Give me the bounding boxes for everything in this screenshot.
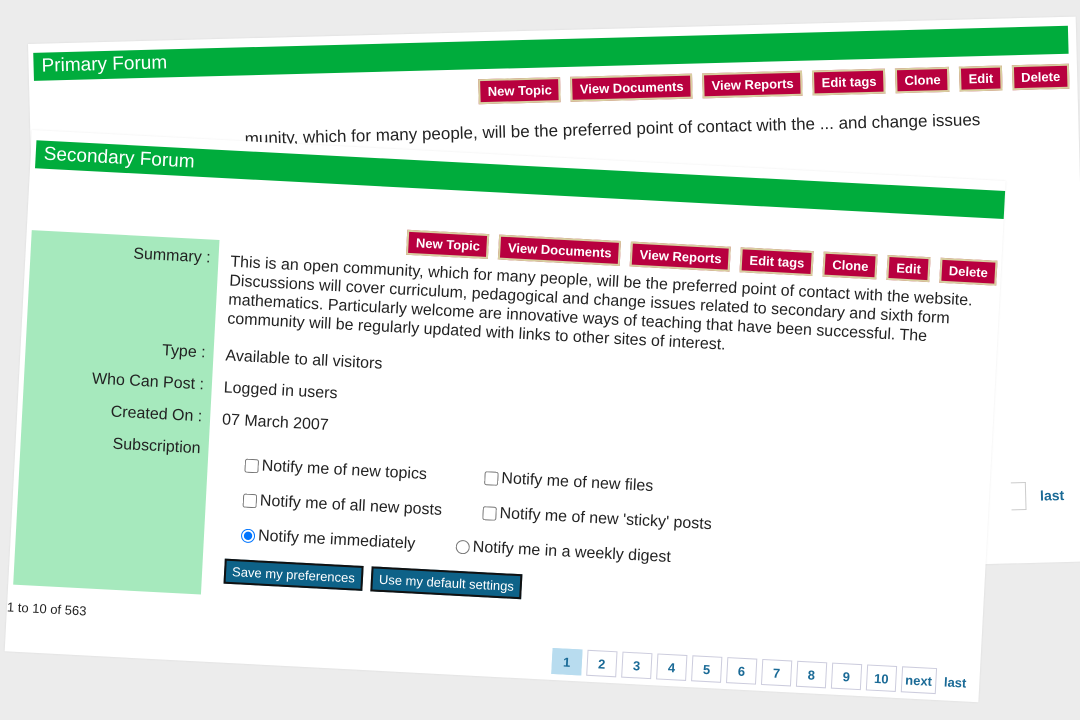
page-5[interactable]: 5 [690,655,723,683]
secondary-forum-card: Secondary Forum New Topic View Documents… [4,130,1006,703]
page-1[interactable]: 1 [551,647,583,676]
edit-tags-button[interactable]: Edit tags [739,247,815,277]
checkbox[interactable] [482,506,497,521]
label-panel: Summary : Type : Who Can Post : Created … [13,230,220,595]
who-value: Logged in users [223,379,338,403]
clone-button[interactable]: Clone [822,251,879,280]
clone-button[interactable]: Clone [895,66,950,94]
created-label: Created On : [110,403,203,426]
created-value: 07 March 2007 [221,411,330,434]
option-label: Notify me of new files [500,470,654,495]
page-8[interactable]: 8 [795,660,828,689]
page-4[interactable]: 4 [655,653,688,681]
option-label: Notify me of new 'sticky' posts [499,505,713,534]
view-reports-button[interactable]: View Reports [629,241,732,272]
result-count: 1 to 10 of 563 [6,599,87,619]
edit-button[interactable]: Edit [959,65,1003,92]
checkbox[interactable] [484,471,499,486]
page-6[interactable]: 6 [725,657,758,685]
notify-new-topics[interactable]: Notify me of new topics [244,457,427,485]
page-7[interactable]: 7 [760,658,793,687]
page-2[interactable]: 2 [586,649,618,678]
notify-new-files[interactable]: Notify me of new files [484,469,654,496]
option-label: Notify me of new topics [261,457,428,484]
radio[interactable] [455,539,471,555]
view-documents-button[interactable]: View Documents [498,234,622,266]
page-9[interactable]: 9 [830,662,863,691]
notify-weekly[interactable]: Notify me in a weekly digest [455,538,671,567]
delete-button[interactable]: Delete [1011,63,1070,91]
pagination: 1 2 3 4 5 6 7 8 9 10 next last [551,647,970,696]
view-reports-button[interactable]: View Reports [702,70,803,99]
who-label: Who Can Post : [91,370,205,394]
checkbox[interactable] [242,493,258,509]
summary-label: Summary : [132,245,211,267]
notify-sticky-posts[interactable]: Notify me of new 'sticky' posts [482,504,712,534]
radio[interactable] [240,528,256,544]
save-preferences-button[interactable]: Save my preferences [223,558,364,591]
next-link[interactable]: next [900,666,937,695]
view-documents-button[interactable]: View Documents [570,73,693,102]
subscription-label: Subscription [112,435,201,458]
notify-all-posts[interactable]: Notify me of all new posts [242,492,442,520]
primary-actions: New Topic View Documents View Reports Ed… [478,63,1070,105]
pager-box[interactable] [1010,482,1027,511]
option-label: Notify me of all new posts [259,492,443,519]
new-topic-button[interactable]: New Topic [478,77,562,105]
last-link[interactable]: last [940,669,970,694]
option-label: Notify me immediately [257,527,416,553]
new-topic-button[interactable]: New Topic [406,229,490,260]
page-10[interactable]: 10 [865,664,897,692]
type-label: Type : [161,342,207,362]
last-link[interactable]: last [1040,487,1065,504]
delete-button[interactable]: Delete [939,257,998,286]
checkbox[interactable] [244,458,260,474]
type-value: Available to all visitors [224,347,383,373]
option-label: Notify me in a weekly digest [472,538,672,567]
notify-immediately[interactable]: Notify me immediately [240,527,416,554]
default-settings-button[interactable]: Use my default settings [370,566,523,600]
edit-button[interactable]: Edit [886,254,931,283]
edit-tags-button[interactable]: Edit tags [812,68,886,96]
page-3[interactable]: 3 [621,651,653,680]
